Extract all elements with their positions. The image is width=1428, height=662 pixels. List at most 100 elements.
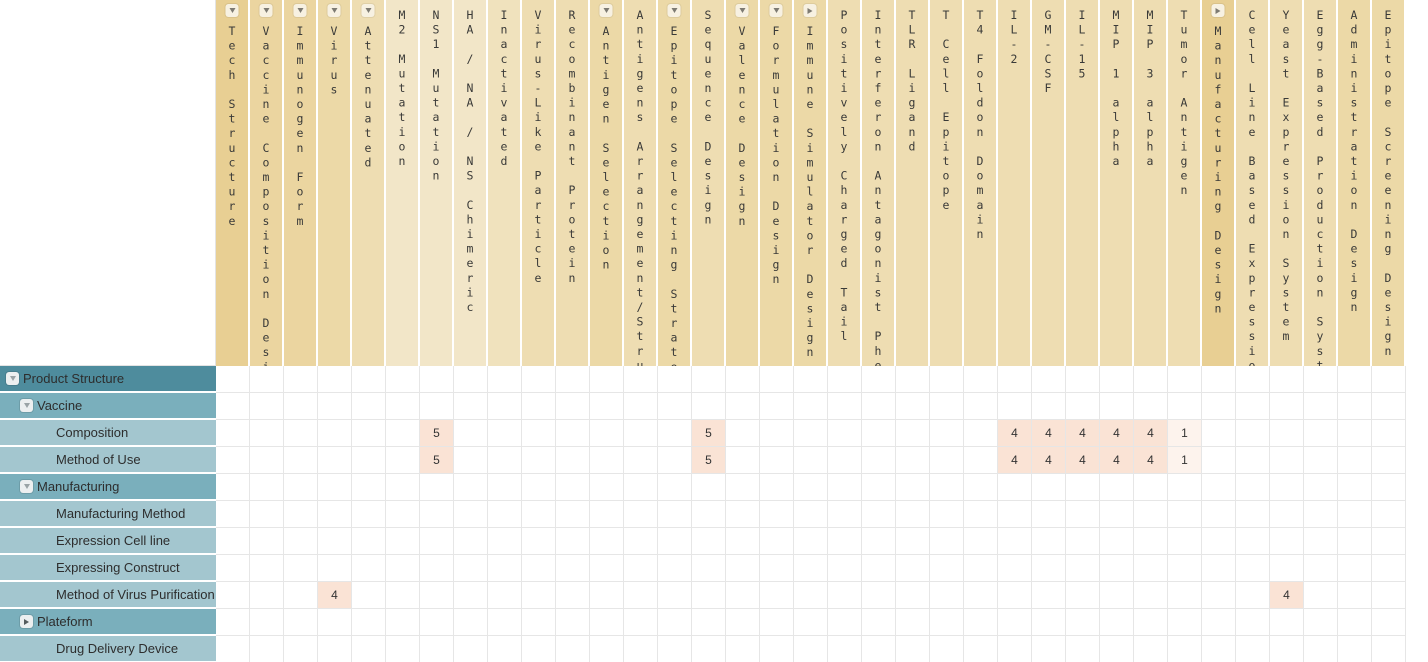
row-header[interactable]: Manufacturing Method bbox=[0, 501, 216, 528]
matrix-cell-empty[interactable] bbox=[726, 393, 760, 420]
matrix-cell-empty[interactable] bbox=[624, 393, 658, 420]
matrix-cell-empty[interactable] bbox=[1202, 366, 1236, 393]
matrix-cell-empty[interactable] bbox=[386, 501, 420, 528]
matrix-cell-empty[interactable] bbox=[352, 447, 386, 474]
matrix-cell-empty[interactable] bbox=[896, 528, 930, 555]
matrix-cell-empty[interactable] bbox=[1066, 393, 1100, 420]
matrix-cell-empty[interactable] bbox=[1168, 609, 1202, 636]
column-header[interactable]: TLR Ligand bbox=[896, 0, 930, 366]
matrix-cell-empty[interactable] bbox=[930, 528, 964, 555]
matrix-cell-empty[interactable] bbox=[692, 366, 726, 393]
column-header[interactable]: M2 Mutation bbox=[386, 0, 420, 366]
matrix-cell-empty[interactable] bbox=[726, 582, 760, 609]
chevron-down-icon[interactable] bbox=[20, 480, 33, 493]
matrix-cell-empty[interactable] bbox=[488, 636, 522, 662]
matrix-cell-empty[interactable] bbox=[692, 609, 726, 636]
matrix-cell-empty[interactable] bbox=[386, 555, 420, 582]
matrix-cell-empty[interactable] bbox=[454, 528, 488, 555]
matrix-cell-value[interactable]: 1 bbox=[1168, 447, 1202, 474]
row-header[interactable]: Drug Delivery Device bbox=[0, 636, 216, 662]
matrix-cell-empty[interactable] bbox=[284, 420, 318, 447]
matrix-cell-empty[interactable] bbox=[964, 609, 998, 636]
matrix-cell-empty[interactable] bbox=[624, 528, 658, 555]
column-header[interactable]: T4 Foldon Domain bbox=[964, 0, 998, 366]
matrix-cell-empty[interactable] bbox=[284, 528, 318, 555]
matrix-cell-empty[interactable] bbox=[386, 420, 420, 447]
column-header[interactable]: Vaccine Composition Design bbox=[250, 0, 284, 366]
chevron-down-icon[interactable] bbox=[599, 4, 613, 17]
matrix-cell-empty[interactable] bbox=[352, 582, 386, 609]
chevron-right-icon[interactable] bbox=[803, 4, 817, 17]
matrix-cell-empty[interactable] bbox=[1032, 474, 1066, 501]
matrix-cell-value[interactable]: 4 bbox=[1134, 447, 1168, 474]
matrix-cell-empty[interactable] bbox=[522, 501, 556, 528]
column-header[interactable]: Administration Design bbox=[1338, 0, 1372, 366]
matrix-cell-empty[interactable] bbox=[556, 420, 590, 447]
matrix-cell-empty[interactable] bbox=[1372, 393, 1406, 420]
matrix-cell-empty[interactable] bbox=[1338, 582, 1372, 609]
matrix-cell-empty[interactable] bbox=[624, 555, 658, 582]
matrix-cell-empty[interactable] bbox=[930, 474, 964, 501]
matrix-cell-empty[interactable] bbox=[862, 474, 896, 501]
matrix-cell-empty[interactable] bbox=[658, 393, 692, 420]
matrix-cell-empty[interactable] bbox=[862, 528, 896, 555]
matrix-cell-value[interactable]: 4 bbox=[1066, 420, 1100, 447]
matrix-cell-empty[interactable] bbox=[556, 528, 590, 555]
matrix-cell-empty[interactable] bbox=[556, 393, 590, 420]
matrix-cell-empty[interactable] bbox=[216, 366, 250, 393]
matrix-cell-empty[interactable] bbox=[930, 555, 964, 582]
matrix-cell-empty[interactable] bbox=[454, 447, 488, 474]
matrix-cell-empty[interactable] bbox=[1304, 420, 1338, 447]
matrix-cell-empty[interactable] bbox=[1338, 609, 1372, 636]
matrix-cell-empty[interactable] bbox=[386, 528, 420, 555]
matrix-cell-empty[interactable] bbox=[964, 366, 998, 393]
matrix-cell-empty[interactable] bbox=[250, 501, 284, 528]
matrix-cell-empty[interactable] bbox=[1372, 447, 1406, 474]
matrix-cell-empty[interactable] bbox=[658, 501, 692, 528]
matrix-cell-empty[interactable] bbox=[1236, 582, 1270, 609]
matrix-cell-empty[interactable] bbox=[1134, 501, 1168, 528]
matrix-cell-empty[interactable] bbox=[250, 582, 284, 609]
matrix-cell-empty[interactable] bbox=[1032, 528, 1066, 555]
matrix-cell-value[interactable]: 4 bbox=[998, 420, 1032, 447]
matrix-cell-empty[interactable] bbox=[454, 501, 488, 528]
matrix-cell-empty[interactable] bbox=[1134, 474, 1168, 501]
matrix-cell-empty[interactable] bbox=[1304, 501, 1338, 528]
matrix-cell-empty[interactable] bbox=[522, 447, 556, 474]
matrix-cell-empty[interactable] bbox=[828, 393, 862, 420]
matrix-cell-value[interactable]: 4 bbox=[318, 582, 352, 609]
matrix-cell-empty[interactable] bbox=[522, 555, 556, 582]
matrix-cell-empty[interactable] bbox=[1032, 555, 1066, 582]
matrix-cell-empty[interactable] bbox=[318, 366, 352, 393]
matrix-cell-empty[interactable] bbox=[1168, 582, 1202, 609]
matrix-cell-empty[interactable] bbox=[1032, 393, 1066, 420]
matrix-cell-empty[interactable] bbox=[352, 474, 386, 501]
column-header[interactable]: HA / NA / NS Chimeric bbox=[454, 0, 488, 366]
matrix-cell-empty[interactable] bbox=[794, 474, 828, 501]
matrix-cell-empty[interactable] bbox=[250, 528, 284, 555]
matrix-cell-empty[interactable] bbox=[1168, 528, 1202, 555]
matrix-cell-empty[interactable] bbox=[726, 366, 760, 393]
matrix-cell-empty[interactable] bbox=[1100, 474, 1134, 501]
matrix-cell-empty[interactable] bbox=[998, 528, 1032, 555]
matrix-cell-empty[interactable] bbox=[556, 366, 590, 393]
matrix-cell-empty[interactable] bbox=[998, 501, 1032, 528]
matrix-cell-empty[interactable] bbox=[216, 474, 250, 501]
matrix-cell-empty[interactable] bbox=[794, 609, 828, 636]
matrix-cell-empty[interactable] bbox=[964, 528, 998, 555]
matrix-cell-empty[interactable] bbox=[454, 609, 488, 636]
matrix-cell-empty[interactable] bbox=[930, 420, 964, 447]
matrix-cell-empty[interactable] bbox=[522, 636, 556, 662]
matrix-cell-empty[interactable] bbox=[1236, 555, 1270, 582]
matrix-cell-empty[interactable] bbox=[386, 582, 420, 609]
matrix-cell-empty[interactable] bbox=[760, 609, 794, 636]
matrix-cell-empty[interactable] bbox=[590, 366, 624, 393]
matrix-cell-empty[interactable] bbox=[1338, 636, 1372, 662]
matrix-cell-empty[interactable] bbox=[1236, 609, 1270, 636]
column-header[interactable]: Tumor Antigen bbox=[1168, 0, 1202, 366]
matrix-cell-empty[interactable] bbox=[1338, 528, 1372, 555]
column-header[interactable]: Valence Design bbox=[726, 0, 760, 366]
column-header[interactable]: Virus-Like Particle bbox=[522, 0, 556, 366]
chevron-right-icon[interactable] bbox=[20, 615, 33, 628]
matrix-cell-empty[interactable] bbox=[998, 393, 1032, 420]
